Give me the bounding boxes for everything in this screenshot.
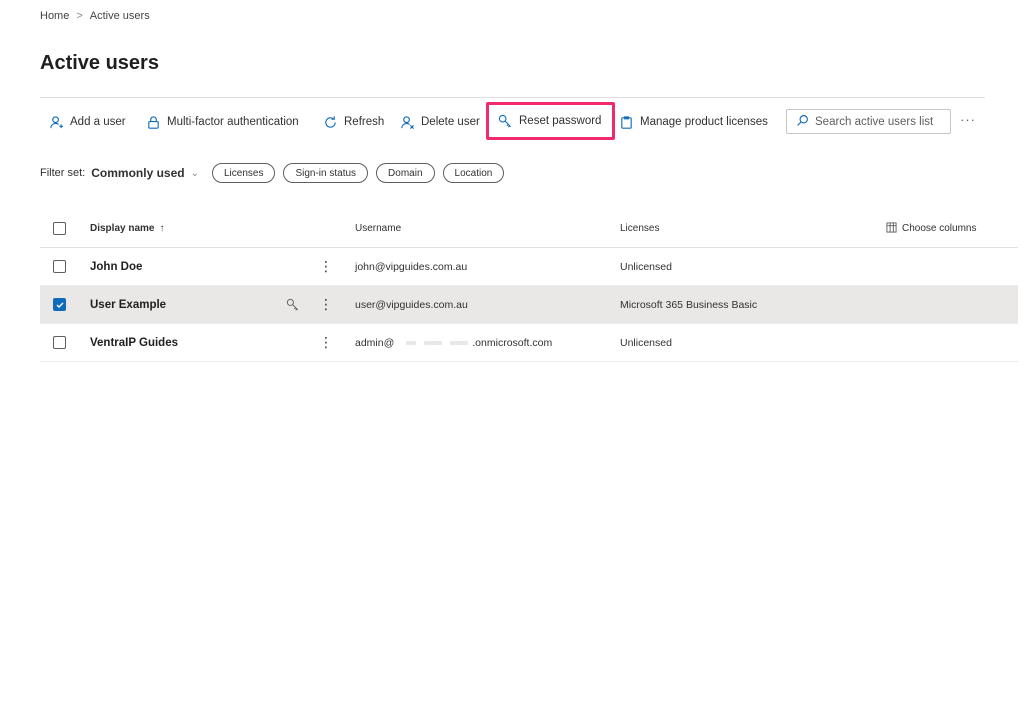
breadcrumb-current: Active users xyxy=(89,10,150,22)
filter-pill-licenses[interactable]: Licenses xyxy=(211,163,276,183)
row-display-name[interactable]: VentraIP Guides xyxy=(90,337,178,349)
lock-icon xyxy=(145,114,161,130)
add-user-label: Add a user xyxy=(70,116,126,128)
row-checkbox[interactable] xyxy=(53,298,66,311)
breadcrumb: Home > Active users xyxy=(40,10,150,22)
filter-pill-sign-in-status[interactable]: Sign-in status xyxy=(283,163,369,183)
toolbar-divider xyxy=(40,97,985,98)
table-row[interactable]: VentraIP Guides ⋮ admin@ .onmicrosoft.co… xyxy=(40,324,1018,362)
choose-columns-label: Choose columns xyxy=(902,223,977,234)
row-display-name[interactable]: John Doe xyxy=(90,261,142,273)
filter-pill-location[interactable]: Location xyxy=(442,163,505,183)
filter-bar: Filter set: Commonly used ⌄ Licenses Sig… xyxy=(40,163,512,183)
more-options-button[interactable]: ··· xyxy=(960,112,976,127)
row-display-name[interactable]: User Example xyxy=(90,299,166,311)
chevron-down-icon[interactable]: ⌄ xyxy=(191,168,199,179)
row-more-icon[interactable]: ⋮ xyxy=(319,248,333,285)
row-checkbox[interactable] xyxy=(53,336,66,349)
add-user-button[interactable]: Add a user xyxy=(48,104,126,140)
redacted-text xyxy=(406,340,417,345)
delete-user-label: Delete user xyxy=(421,116,480,128)
row-checkbox[interactable] xyxy=(53,260,66,273)
key-icon xyxy=(497,113,513,129)
checkmark-icon xyxy=(56,302,63,308)
row-reset-password-icon[interactable] xyxy=(286,286,300,323)
sort-ascending-icon: ↑ xyxy=(159,223,165,234)
choose-columns-icon xyxy=(886,221,897,236)
manage-licenses-label: Manage product licenses xyxy=(640,116,768,128)
breadcrumb-home[interactable]: Home xyxy=(40,10,69,22)
breadcrumb-separator: > xyxy=(76,10,83,22)
filter-pill-domain[interactable]: Domain xyxy=(376,163,435,183)
table-header: Display name ↑ Username Licenses Choose … xyxy=(40,210,1018,248)
search-input[interactable]: Search active users list xyxy=(786,109,951,134)
clipboard-icon xyxy=(618,114,634,130)
delete-user-icon xyxy=(399,114,415,130)
filter-set-value[interactable]: Commonly used xyxy=(91,166,184,180)
row-license: Microsoft 365 Business Basic xyxy=(620,298,758,311)
row-username: admin@ .onmicrosoft.com xyxy=(355,324,552,361)
users-table: Display name ↑ Username Licenses Choose … xyxy=(40,210,1018,362)
table-row[interactable]: User Example ⋮ user@vipguides.com.au Mic… xyxy=(40,286,1018,324)
reset-password-button[interactable]: Reset password xyxy=(486,102,616,140)
page-title: Active users xyxy=(40,52,159,74)
column-header-username[interactable]: Username xyxy=(355,223,401,234)
refresh-label: Refresh xyxy=(344,116,385,128)
manage-licenses-button[interactable]: Manage product licenses xyxy=(618,104,768,140)
refresh-icon xyxy=(322,114,338,130)
row-username-suffix: .onmicrosoft.com xyxy=(472,336,553,349)
row-license: Unlicensed xyxy=(620,260,672,273)
add-user-icon xyxy=(48,114,64,130)
row-license: Unlicensed xyxy=(620,336,672,349)
table-row[interactable]: John Doe ⋮ john@vipguides.com.au Unlicen… xyxy=(40,248,1018,286)
select-all-checkbox[interactable] xyxy=(53,222,66,235)
mfa-button[interactable]: Multi-factor authentication xyxy=(145,104,299,140)
mfa-label: Multi-factor authentication xyxy=(167,116,299,128)
delete-user-button[interactable]: Delete user xyxy=(399,104,480,140)
choose-columns-button[interactable]: Choose columns xyxy=(886,210,976,247)
redacted-text xyxy=(424,340,443,345)
row-username-prefix: admin@ xyxy=(355,336,395,349)
row-more-icon[interactable]: ⋮ xyxy=(319,286,333,323)
row-username: john@vipguides.com.au xyxy=(355,260,468,273)
row-username: user@vipguides.com.au xyxy=(355,298,468,311)
refresh-button[interactable]: Refresh xyxy=(322,104,384,140)
redacted-text xyxy=(450,340,469,345)
filter-set-label: Filter set: xyxy=(40,167,86,179)
row-more-icon[interactable]: ⋮ xyxy=(319,324,333,361)
command-bar: Add a user Multi-factor authentication R… xyxy=(40,102,985,140)
column-header-licenses[interactable]: Licenses xyxy=(620,223,659,234)
search-placeholder: Search active users list xyxy=(815,115,934,128)
reset-password-label: Reset password xyxy=(519,115,602,127)
column-header-display-name[interactable]: Display name xyxy=(90,223,154,234)
search-icon xyxy=(796,114,809,130)
